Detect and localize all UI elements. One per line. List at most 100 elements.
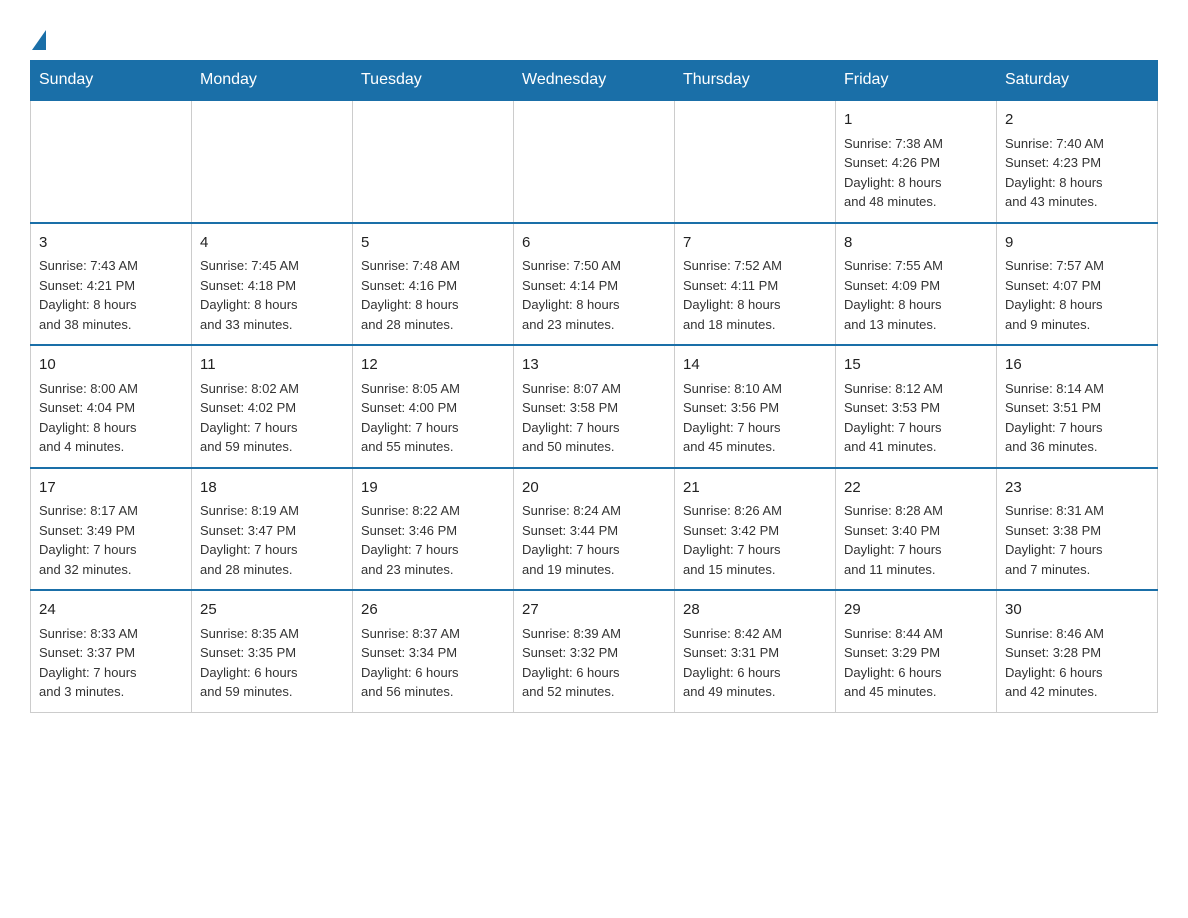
day-info: Sunrise: 8:07 AM Sunset: 3:58 PM Dayligh… [522,379,666,457]
calendar-cell [675,100,836,223]
calendar-cell [192,100,353,223]
calendar-cell: 23Sunrise: 8:31 AM Sunset: 3:38 PM Dayli… [997,468,1158,591]
calendar-cell: 3Sunrise: 7:43 AM Sunset: 4:21 PM Daylig… [31,223,192,346]
header-thursday: Thursday [675,61,836,101]
day-number: 16 [1005,354,1149,377]
calendar-header-row: SundayMondayTuesdayWednesdayThursdayFrid… [31,61,1158,101]
calendar-cell: 17Sunrise: 8:17 AM Sunset: 3:49 PM Dayli… [31,468,192,591]
day-number: 30 [1005,599,1149,622]
day-info: Sunrise: 8:44 AM Sunset: 3:29 PM Dayligh… [844,624,988,702]
day-info: Sunrise: 7:48 AM Sunset: 4:16 PM Dayligh… [361,256,505,334]
calendar-cell: 16Sunrise: 8:14 AM Sunset: 3:51 PM Dayli… [997,345,1158,468]
header-tuesday: Tuesday [353,61,514,101]
calendar-cell: 14Sunrise: 8:10 AM Sunset: 3:56 PM Dayli… [675,345,836,468]
day-number: 12 [361,354,505,377]
header-saturday: Saturday [997,61,1158,101]
day-number: 20 [522,477,666,500]
day-number: 2 [1005,109,1149,132]
day-info: Sunrise: 7:55 AM Sunset: 4:09 PM Dayligh… [844,256,988,334]
calendar-cell: 28Sunrise: 8:42 AM Sunset: 3:31 PM Dayli… [675,590,836,712]
day-number: 6 [522,232,666,255]
day-number: 9 [1005,232,1149,255]
day-number: 19 [361,477,505,500]
calendar-cell: 26Sunrise: 8:37 AM Sunset: 3:34 PM Dayli… [353,590,514,712]
day-info: Sunrise: 8:19 AM Sunset: 3:47 PM Dayligh… [200,501,344,579]
day-info: Sunrise: 8:14 AM Sunset: 3:51 PM Dayligh… [1005,379,1149,457]
header-friday: Friday [836,61,997,101]
calendar-cell [353,100,514,223]
day-number: 1 [844,109,988,132]
calendar-week-row: 3Sunrise: 7:43 AM Sunset: 4:21 PM Daylig… [31,223,1158,346]
calendar-cell: 5Sunrise: 7:48 AM Sunset: 4:16 PM Daylig… [353,223,514,346]
day-info: Sunrise: 8:24 AM Sunset: 3:44 PM Dayligh… [522,501,666,579]
day-number: 22 [844,477,988,500]
day-number: 3 [39,232,183,255]
calendar-cell: 7Sunrise: 7:52 AM Sunset: 4:11 PM Daylig… [675,223,836,346]
calendar-cell: 12Sunrise: 8:05 AM Sunset: 4:00 PM Dayli… [353,345,514,468]
day-info: Sunrise: 8:46 AM Sunset: 3:28 PM Dayligh… [1005,624,1149,702]
day-info: Sunrise: 7:45 AM Sunset: 4:18 PM Dayligh… [200,256,344,334]
day-info: Sunrise: 7:50 AM Sunset: 4:14 PM Dayligh… [522,256,666,334]
calendar-cell: 18Sunrise: 8:19 AM Sunset: 3:47 PM Dayli… [192,468,353,591]
calendar-week-row: 24Sunrise: 8:33 AM Sunset: 3:37 PM Dayli… [31,590,1158,712]
calendar-cell: 20Sunrise: 8:24 AM Sunset: 3:44 PM Dayli… [514,468,675,591]
day-number: 10 [39,354,183,377]
header-wednesday: Wednesday [514,61,675,101]
day-number: 15 [844,354,988,377]
calendar-cell: 10Sunrise: 8:00 AM Sunset: 4:04 PM Dayli… [31,345,192,468]
calendar-cell [31,100,192,223]
day-info: Sunrise: 8:22 AM Sunset: 3:46 PM Dayligh… [361,501,505,579]
calendar-cell: 29Sunrise: 8:44 AM Sunset: 3:29 PM Dayli… [836,590,997,712]
logo-blue-part [30,30,46,52]
day-number: 17 [39,477,183,500]
calendar-cell: 15Sunrise: 8:12 AM Sunset: 3:53 PM Dayli… [836,345,997,468]
day-info: Sunrise: 7:52 AM Sunset: 4:11 PM Dayligh… [683,256,827,334]
day-number: 29 [844,599,988,622]
header-monday: Monday [192,61,353,101]
day-number: 8 [844,232,988,255]
day-info: Sunrise: 8:39 AM Sunset: 3:32 PM Dayligh… [522,624,666,702]
calendar-cell: 24Sunrise: 8:33 AM Sunset: 3:37 PM Dayli… [31,590,192,712]
day-number: 25 [200,599,344,622]
calendar-cell [514,100,675,223]
day-number: 24 [39,599,183,622]
logo-triangle-icon [32,30,46,50]
day-info: Sunrise: 8:31 AM Sunset: 3:38 PM Dayligh… [1005,501,1149,579]
day-number: 21 [683,477,827,500]
day-info: Sunrise: 8:12 AM Sunset: 3:53 PM Dayligh… [844,379,988,457]
day-info: Sunrise: 7:57 AM Sunset: 4:07 PM Dayligh… [1005,256,1149,334]
day-info: Sunrise: 8:00 AM Sunset: 4:04 PM Dayligh… [39,379,183,457]
calendar-table: SundayMondayTuesdayWednesdayThursdayFrid… [30,60,1158,713]
page-header [30,20,1158,50]
calendar-cell: 22Sunrise: 8:28 AM Sunset: 3:40 PM Dayli… [836,468,997,591]
calendar-cell: 2Sunrise: 7:40 AM Sunset: 4:23 PM Daylig… [997,100,1158,223]
day-info: Sunrise: 8:33 AM Sunset: 3:37 PM Dayligh… [39,624,183,702]
day-number: 26 [361,599,505,622]
day-info: Sunrise: 8:26 AM Sunset: 3:42 PM Dayligh… [683,501,827,579]
day-number: 11 [200,354,344,377]
calendar-cell: 25Sunrise: 8:35 AM Sunset: 3:35 PM Dayli… [192,590,353,712]
day-number: 7 [683,232,827,255]
calendar-cell: 27Sunrise: 8:39 AM Sunset: 3:32 PM Dayli… [514,590,675,712]
calendar-cell: 30Sunrise: 8:46 AM Sunset: 3:28 PM Dayli… [997,590,1158,712]
day-info: Sunrise: 7:40 AM Sunset: 4:23 PM Dayligh… [1005,134,1149,212]
day-number: 5 [361,232,505,255]
header-sunday: Sunday [31,61,192,101]
logo [30,20,46,50]
calendar-cell: 21Sunrise: 8:26 AM Sunset: 3:42 PM Dayli… [675,468,836,591]
day-info: Sunrise: 8:10 AM Sunset: 3:56 PM Dayligh… [683,379,827,457]
calendar-cell: 11Sunrise: 8:02 AM Sunset: 4:02 PM Dayli… [192,345,353,468]
day-number: 13 [522,354,666,377]
calendar-cell: 6Sunrise: 7:50 AM Sunset: 4:14 PM Daylig… [514,223,675,346]
calendar-week-row: 17Sunrise: 8:17 AM Sunset: 3:49 PM Dayli… [31,468,1158,591]
day-info: Sunrise: 7:43 AM Sunset: 4:21 PM Dayligh… [39,256,183,334]
calendar-cell: 13Sunrise: 8:07 AM Sunset: 3:58 PM Dayli… [514,345,675,468]
calendar-cell: 9Sunrise: 7:57 AM Sunset: 4:07 PM Daylig… [997,223,1158,346]
day-info: Sunrise: 7:38 AM Sunset: 4:26 PM Dayligh… [844,134,988,212]
day-info: Sunrise: 8:42 AM Sunset: 3:31 PM Dayligh… [683,624,827,702]
day-number: 18 [200,477,344,500]
day-info: Sunrise: 8:28 AM Sunset: 3:40 PM Dayligh… [844,501,988,579]
day-info: Sunrise: 8:17 AM Sunset: 3:49 PM Dayligh… [39,501,183,579]
day-number: 4 [200,232,344,255]
day-number: 23 [1005,477,1149,500]
